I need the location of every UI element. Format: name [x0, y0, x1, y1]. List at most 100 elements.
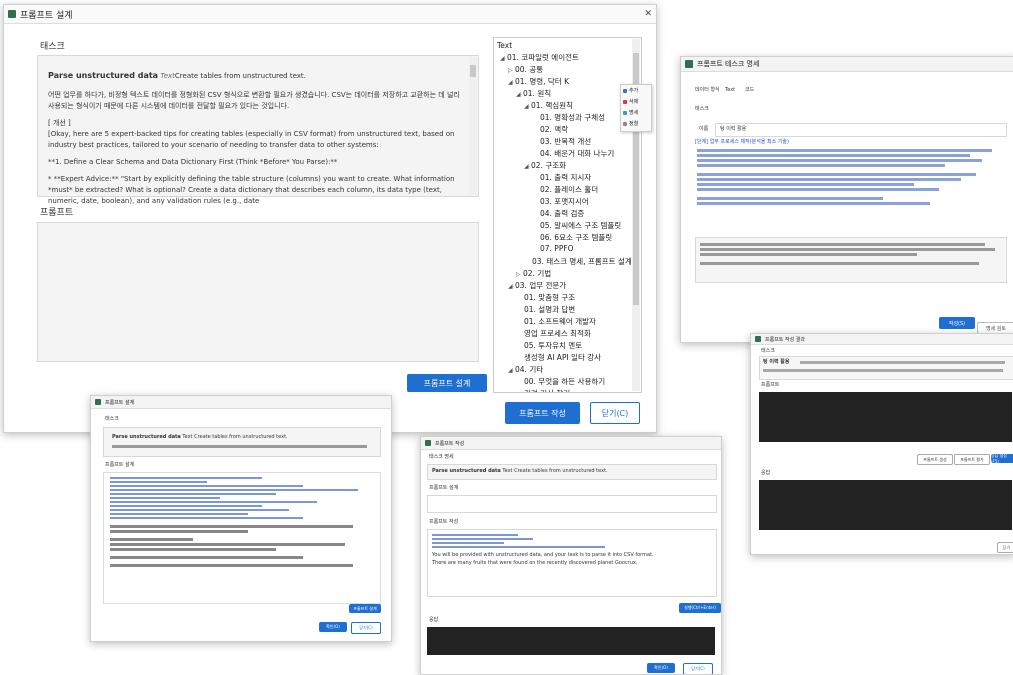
- close-icon[interactable]: ✕: [644, 9, 652, 19]
- tree-item[interactable]: 07. PPFO: [540, 244, 574, 253]
- tree-item[interactable]: ▷ 02. 기법: [516, 268, 551, 279]
- task-scrollbar[interactable]: [469, 57, 477, 195]
- tree-item[interactable]: ◢ 02. 구조화: [524, 160, 566, 171]
- spec-text-area[interactable]: [695, 147, 1005, 235]
- tree-item-label: 05. 알씨에스 구조 템플릿: [540, 221, 622, 230]
- collapse-icon[interactable]: ◢: [508, 79, 513, 86]
- tree-item[interactable]: 01. 명확성과 구체성: [540, 112, 605, 123]
- save-button[interactable]: 확인(O): [319, 622, 347, 632]
- collapse-icon[interactable]: ◢: [516, 91, 521, 98]
- tree-item[interactable]: ▷ 00. 공통: [508, 64, 543, 75]
- tree-item-label: 07. PPFO: [540, 244, 574, 253]
- design-label: 프롬프트 설계: [429, 485, 459, 491]
- tree-item[interactable]: ◢ 03. 업무 전문가: [508, 280, 566, 291]
- tree-item-label: 06. 6요소 구조 템플릿: [540, 233, 613, 242]
- expand-icon[interactable]: ▷: [508, 67, 513, 74]
- design-prompt-button[interactable]: 프롬프트 설계: [407, 374, 487, 392]
- design-prompt-button[interactable]: 프롬프트 설계: [349, 604, 381, 613]
- name-input[interactable]: 텅 이력 활용: [715, 123, 1007, 137]
- prompt-textbox[interactable]: [37, 222, 479, 362]
- task-heading-desc: Text Create tables from unstructured tex…: [182, 434, 288, 440]
- generate-prompt-button[interactable]: 프롬프트 생성: [917, 454, 953, 465]
- tree-item[interactable]: ◢ 01. 원칙: [516, 88, 551, 99]
- menu-item-add[interactable]: 추가: [621, 85, 651, 96]
- tree-item[interactable]: 01. 맞춤형 구조: [524, 292, 575, 303]
- collapse-icon[interactable]: ◢: [508, 283, 513, 290]
- menu-item-delete[interactable]: 삭제: [621, 96, 651, 107]
- close-button[interactable]: 닫기: [997, 542, 1013, 553]
- tree-item-label: 01. 출력 지시자: [540, 173, 592, 182]
- task-box[interactable]: Parse unstructured data Text Create tabl…: [103, 427, 381, 457]
- tree-item-label: 01. 코파일럿 에이전트: [507, 53, 579, 62]
- tree-item[interactable]: 02. 플레이스 홀더: [540, 184, 598, 195]
- tree-item-label: 02. 플레이스 홀더: [540, 185, 599, 194]
- name-value: 텅 이력 활용: [720, 126, 747, 132]
- save-button[interactable]: 확인(O): [647, 663, 675, 673]
- save-button[interactable]: 작성(S): [939, 317, 975, 329]
- task-heading-row: Parse unstructured data Text Create tabl…: [432, 468, 608, 475]
- tree-item-label: 02. 구조화: [531, 161, 567, 170]
- title-bar: 프롬프트 설계 ✕: [4, 5, 656, 24]
- prompt-write-window: 프롬프트 작성 태스크 명세 Parse unstructured data T…: [420, 436, 722, 675]
- task-label: 태스크: [695, 106, 709, 112]
- write-prompt-button[interactable]: 프롬프트 작성: [505, 402, 580, 424]
- task-textbox[interactable]: Parse unstructured data TextCreate table…: [37, 55, 479, 205]
- tree-item[interactable]: 03. 반복적 개선: [540, 136, 591, 147]
- title-bar: 프롬프트 작성 결과: [751, 334, 1013, 345]
- tree-item-label: 04. 출력 검증: [540, 209, 585, 218]
- write-text-area[interactable]: You will be provided with unstructured d…: [427, 529, 717, 597]
- spec-preview[interactable]: [695, 237, 1007, 283]
- close-button[interactable]: 닫기(C): [590, 402, 640, 424]
- task-para: * **Expert Advice:** "Start by explicitl…: [48, 175, 455, 205]
- collapse-icon[interactable]: ◢: [508, 367, 513, 374]
- tree-item-label: 03. 태스크 명세, 프롬프트 설계: [532, 257, 632, 266]
- tree-item[interactable]: 00. 무엇을 하든 사용하기: [524, 376, 605, 387]
- task-heading: Parse unstructured data: [48, 71, 159, 80]
- tree-item-label: 관련 기사 찾기: [524, 389, 570, 392]
- task-box[interactable]: 텅 이력 활용: [759, 356, 1013, 380]
- tree-item[interactable]: 관련 기사 찾기: [524, 388, 570, 392]
- tree-item[interactable]: 05. 투자유치 멘토: [524, 340, 582, 351]
- app-icon: [685, 60, 693, 68]
- task-box[interactable]: Parse unstructured data Text Create tabl…: [427, 464, 717, 480]
- tree-item[interactable]: 05. 알씨에스 구조 템플릿: [540, 220, 621, 231]
- tree-item[interactable]: 01. 설명과 답변: [524, 304, 575, 315]
- tree-item[interactable]: 01. 출력 지시자: [540, 172, 591, 183]
- close-button[interactable]: 닫기(C): [351, 622, 381, 634]
- tree-item[interactable]: 04. 출력 검증: [540, 208, 584, 219]
- prompt-design-window-small: 프롬프트 설계 태스크 Parse unstructured data Text…: [90, 395, 392, 642]
- run-button[interactable]: 실행(Ctrl+Enter): [679, 603, 721, 613]
- prompt-output-area[interactable]: [759, 392, 1012, 442]
- tree-item[interactable]: 02. 맥락: [540, 124, 568, 135]
- tree-item[interactable]: ◢ 01. 명령, 닥터 K: [508, 76, 569, 87]
- tree-item-label: 02. 기법: [523, 269, 552, 278]
- generate-response-button[interactable]: 응답 생성(F5): [991, 453, 1013, 464]
- tree-item[interactable]: ◢ 01. 핵심원칙: [524, 100, 573, 111]
- task-para: [ 개선 ]: [48, 119, 71, 127]
- tree-item[interactable]: 04. 배운거 대화 나누기: [540, 148, 614, 159]
- collapse-icon[interactable]: ◢: [500, 55, 505, 62]
- collapse-icon[interactable]: ◢: [524, 163, 529, 170]
- tree-item[interactable]: 03. 태스크 명세, 프롬프트 설계: [532, 256, 632, 267]
- tree-item[interactable]: 03. 포맷지시어: [540, 196, 589, 207]
- task-content: Parse unstructured data TextCreate table…: [48, 64, 464, 207]
- tree-item[interactable]: 생성형 AI API 일타 강사: [524, 352, 601, 363]
- menu-item-spec[interactable]: 명세: [621, 107, 651, 118]
- tree-item[interactable]: 06. 6요소 구조 템플릿: [540, 232, 612, 243]
- menu-item-sort[interactable]: 정렬: [621, 118, 651, 129]
- tree-item[interactable]: 영업 프로세스 최적화: [524, 328, 591, 339]
- tree-item[interactable]: 01. 소프트웨어 개발자: [524, 316, 596, 327]
- tree-item[interactable]: ◢ 04. 기타: [508, 364, 543, 375]
- design-text-area[interactable]: [103, 472, 381, 604]
- close-button[interactable]: 닫기(C): [683, 663, 713, 674]
- collapse-icon[interactable]: ◢: [524, 103, 529, 110]
- evaluate-prompt-button[interactable]: 프롬프트 평가: [954, 454, 990, 465]
- expand-icon[interactable]: ▷: [516, 271, 521, 278]
- task-para: 어떤 업무를 하다가, 비정형 텍스트 데이터를 정형화된 CSV 형식으로 변…: [48, 91, 460, 110]
- design-box[interactable]: [427, 495, 717, 513]
- tree-item[interactable]: ◢ 01. 코파일럿 에이전트: [500, 52, 579, 63]
- prompt-result-window: 프롬프트 작성 결과 태스크 텅 이력 활용 프롬프트 프롬프트 생성 프롬프트…: [750, 333, 1013, 555]
- response-output-area[interactable]: [759, 480, 1012, 530]
- window-title: 프롬프트 작성: [435, 440, 465, 447]
- response-area[interactable]: [427, 627, 715, 655]
